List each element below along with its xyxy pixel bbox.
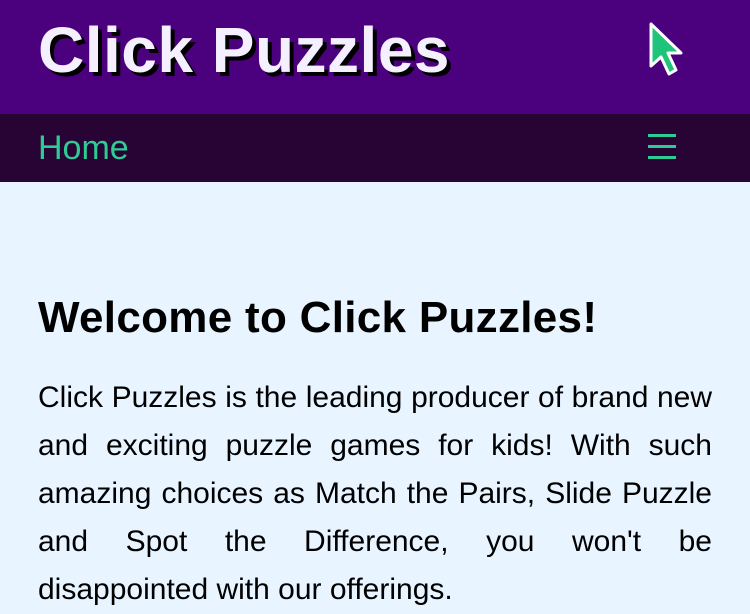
nav-bar: Home xyxy=(0,114,750,182)
site-header: Click Puzzles xyxy=(0,0,750,114)
mouse-pointer-icon xyxy=(649,22,683,76)
nav-home-link[interactable]: Home xyxy=(38,128,129,168)
welcome-heading: Welcome to Click Puzzles! xyxy=(38,293,598,342)
site-title: Click Puzzles xyxy=(38,14,450,86)
hamburger-menu-icon[interactable] xyxy=(648,134,676,160)
intro-paragraph: Click Puzzles is the leading producer of… xyxy=(38,381,712,606)
